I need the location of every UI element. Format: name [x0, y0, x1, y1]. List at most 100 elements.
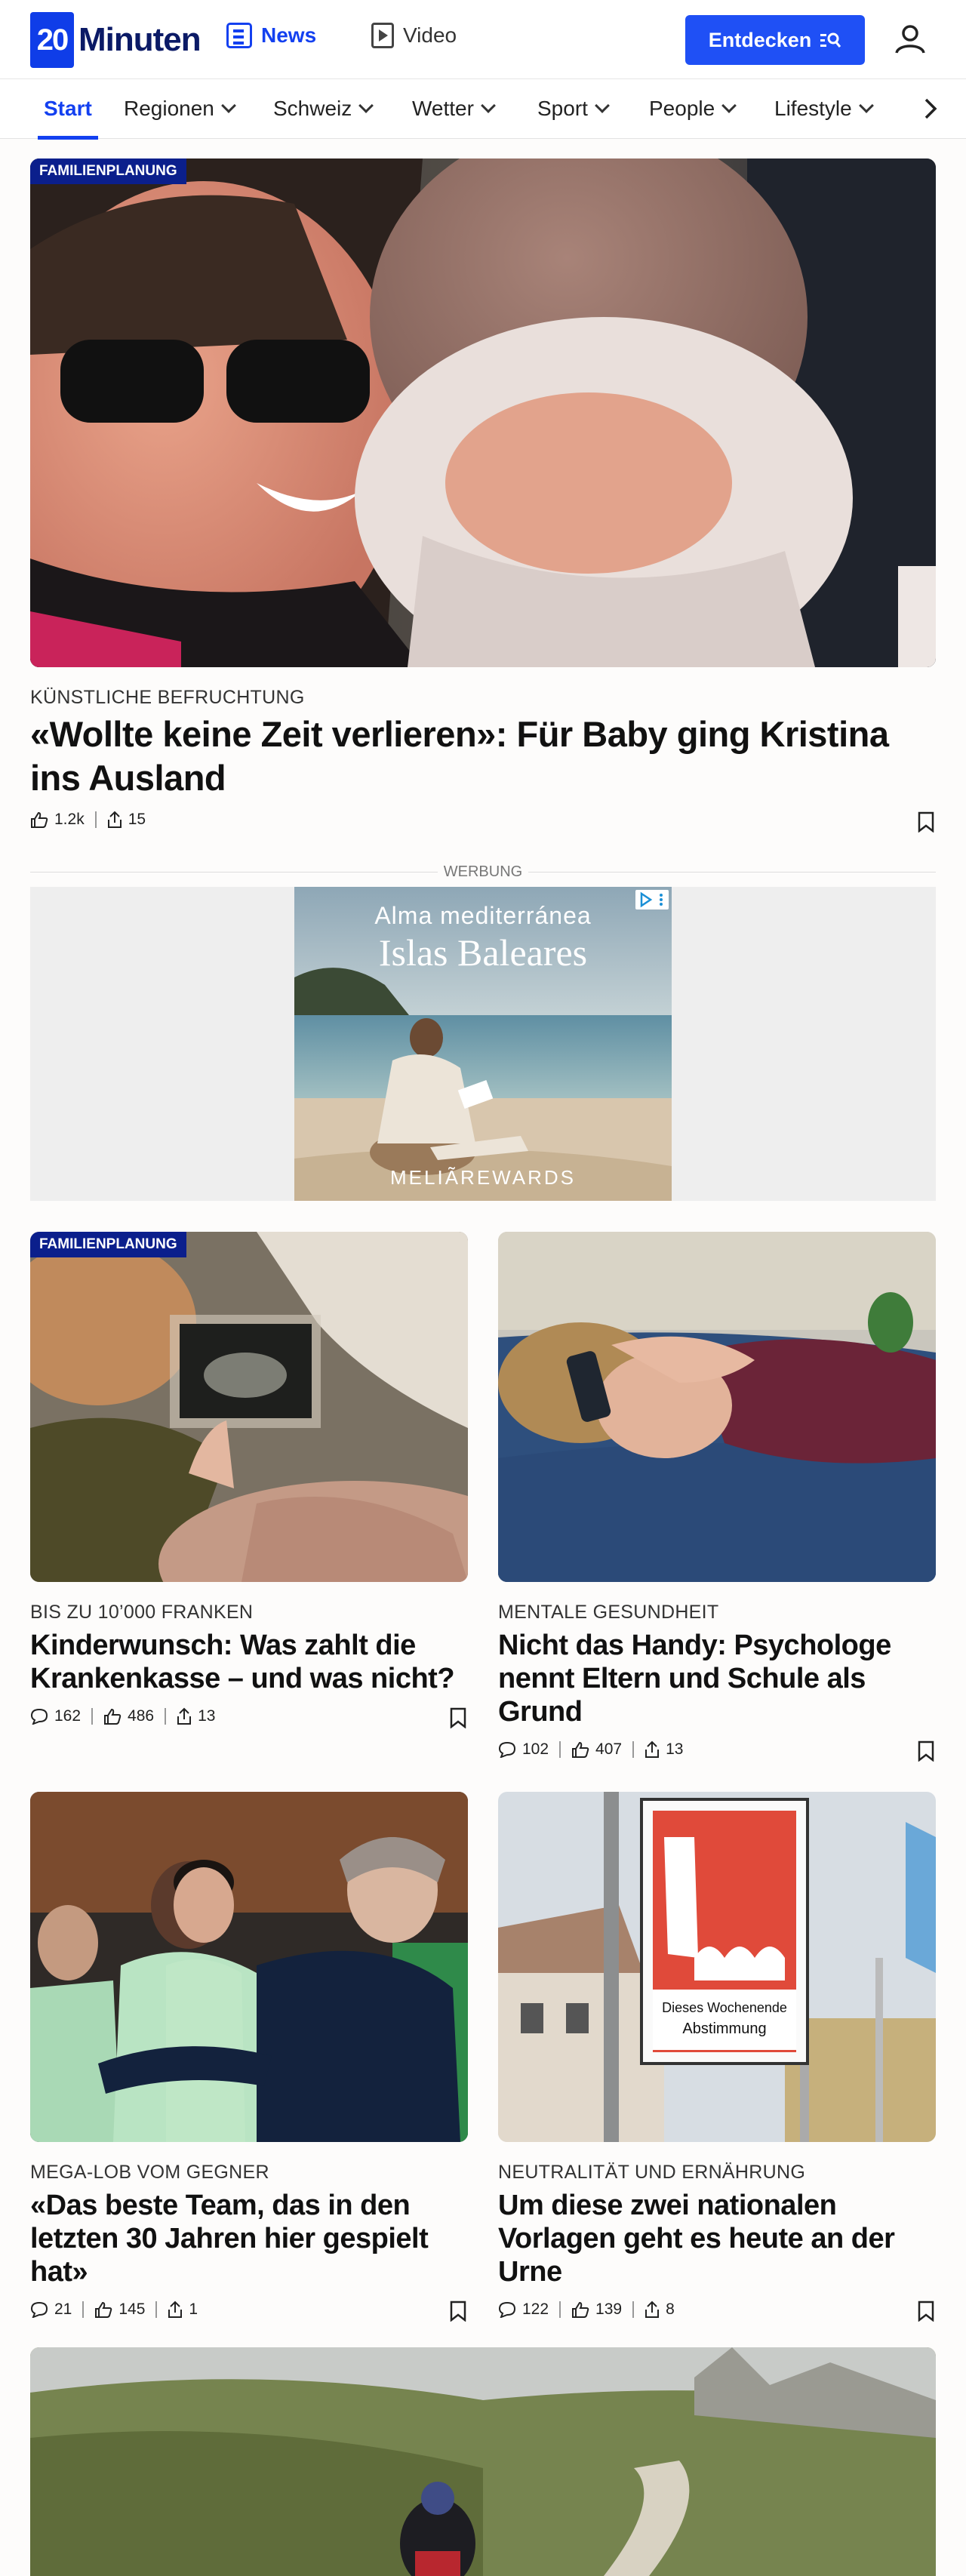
chevron-right-icon[interactable]: [919, 97, 942, 120]
logo[interactable]: 20 Minuten: [30, 12, 202, 68]
vote-sign-photo: Dieses Wochenende Abstimmung: [498, 1792, 936, 2142]
bookmark-icon[interactable]: [918, 2301, 934, 2322]
likes-count: 407: [595, 1740, 623, 1758]
article-headline[interactable]: «Das beste Team, das in den letzten 30 J…: [30, 2189, 468, 2288]
nav-item-sport[interactable]: Sport: [537, 79, 610, 138]
chevron-down-icon: [858, 98, 874, 113]
hero-image[interactable]: FAMILIENPLANUNG: [30, 158, 936, 667]
hero-meta: 1.2k 15: [30, 811, 146, 829]
newspaper-icon: [226, 23, 252, 48]
logo-mark: 20: [30, 12, 74, 68]
hero-photo: [30, 158, 936, 667]
nav-item-start[interactable]: Start: [38, 79, 98, 140]
shares[interactable]: 1: [168, 2301, 198, 2319]
likes-count: 1.2k: [54, 811, 85, 828]
article-meta: 162 486 13: [30, 1707, 215, 1725]
shares-count: 1: [189, 2301, 198, 2318]
mountain-hike-photo: [30, 2347, 936, 2576]
shares[interactable]: 8: [645, 2301, 675, 2319]
share-icon: [645, 2301, 660, 2318]
nav-item-label: Schweiz: [273, 97, 352, 120]
nav-item-label: Wetter: [412, 97, 474, 120]
article-kicker: MEGA-LOB VOM GEGNER: [30, 2162, 269, 2183]
likes[interactable]: 407: [571, 1740, 622, 1759]
comments[interactable]: 162: [30, 1707, 81, 1725]
ad-title: Islas Baleares: [378, 931, 588, 974]
divider: [165, 1708, 167, 1725]
article-headline[interactable]: Um diese zwei nationalen Vorlagen geht e…: [498, 2189, 936, 2288]
sign-line-2: Abstimmung: [682, 2020, 766, 2037]
adchoices-icon[interactable]: [635, 890, 669, 909]
search-list-icon: [820, 32, 841, 48]
nav-item-lifestyle[interactable]: Lifestyle: [774, 79, 874, 138]
news-link[interactable]: News: [226, 23, 316, 48]
divider: [559, 2301, 561, 2318]
nav-item-people[interactable]: People: [649, 79, 737, 138]
nav-item-schweiz[interactable]: Schweiz: [273, 79, 374, 138]
article-headline[interactable]: Kinderwunsch: Was zahlt die Krankenkasse…: [30, 1629, 468, 1695]
comment-icon: [30, 1708, 48, 1725]
explore-button[interactable]: Entdecken: [685, 15, 865, 65]
bookmark-icon[interactable]: [918, 1740, 934, 1762]
teen-phone-photo: [498, 1232, 936, 1582]
shares[interactable]: 15: [107, 811, 146, 829]
chevron-down-icon: [358, 98, 374, 113]
shares-count: 8: [666, 2301, 675, 2318]
article-badge: FAMILIENPLANUNG: [30, 1232, 186, 1257]
shares[interactable]: 13: [177, 1707, 215, 1725]
nav-item-label: Regionen: [124, 97, 214, 120]
likes-count: 145: [118, 2301, 146, 2318]
news-label: News: [261, 23, 317, 47]
ad-banner[interactable]: Alma mediterránea Islas Baleares MELIÃRE…: [294, 887, 672, 1201]
article-headline[interactable]: Nicht das Handy: Psychologe nennt Eltern…: [498, 1629, 936, 1728]
bookmark-icon[interactable]: [450, 1707, 466, 1728]
likes[interactable]: 486: [103, 1707, 154, 1725]
bookmark-icon[interactable]: [450, 2301, 466, 2322]
nav-item-label: Start: [44, 97, 92, 120]
article-meta: 21 145 1: [30, 2301, 198, 2319]
user-icon[interactable]: [892, 21, 928, 57]
comments[interactable]: 122: [498, 2301, 549, 2319]
divider: [94, 811, 97, 828]
shares-count: 15: [128, 811, 146, 828]
nav-item-wetter[interactable]: Wetter: [412, 79, 496, 138]
play-icon: [371, 23, 394, 48]
ad-tagline: Alma mediterránea: [374, 902, 592, 929]
article-meta: 122 139 8: [498, 2301, 675, 2319]
share-icon: [107, 811, 122, 828]
likes[interactable]: 1.2k: [30, 811, 85, 829]
article-image[interactable]: [30, 2347, 936, 2576]
share-icon: [168, 2301, 183, 2318]
article-kicker: NEUTRALITÄT UND ERNÄHRUNG: [498, 2162, 806, 2183]
likes[interactable]: 139: [571, 2301, 622, 2319]
divider: [632, 1741, 635, 1758]
article-image[interactable]: [30, 1792, 468, 2142]
divider: [559, 1741, 561, 1758]
nav-item-regionen[interactable]: Regionen: [124, 79, 236, 138]
football-photo: [30, 1792, 468, 2142]
article-image[interactable]: [498, 1232, 936, 1582]
thumbs-up-icon: [104, 1708, 122, 1725]
article-image[interactable]: FAMILIENPLANUNG: [30, 1232, 468, 1582]
category-nav: Start Regionen Schweiz Wetter Sport Peop…: [0, 78, 966, 140]
comments[interactable]: 102: [498, 1740, 549, 1759]
ad-label: WERBUNG: [443, 863, 523, 880]
article-image[interactable]: Dieses Wochenende Abstimmung: [498, 1792, 936, 2142]
article-kicker: BIS ZU 10’000 FRANKEN: [30, 1602, 254, 1623]
comments-count: 162: [54, 1707, 82, 1725]
bookmark-icon[interactable]: [918, 811, 934, 833]
hero-kicker: KÜNSTLICHE BEFRUCHTUNG: [30, 687, 305, 708]
likes[interactable]: 145: [94, 2301, 145, 2319]
divider: [82, 2301, 85, 2318]
comment-icon: [30, 2301, 48, 2318]
shares-count: 13: [666, 1740, 684, 1758]
video-link[interactable]: Video: [371, 23, 457, 48]
divider: [91, 1708, 94, 1725]
shares[interactable]: 13: [645, 1740, 683, 1759]
comments-count: 122: [522, 2301, 549, 2318]
explore-label: Entdecken: [708, 28, 812, 51]
chevron-down-icon: [481, 98, 496, 113]
comments[interactable]: 21: [30, 2301, 72, 2319]
thumbs-up-icon: [572, 2301, 589, 2318]
hero-headline[interactable]: «Wollte keine Zeit verlieren»: Für Baby …: [30, 712, 936, 800]
